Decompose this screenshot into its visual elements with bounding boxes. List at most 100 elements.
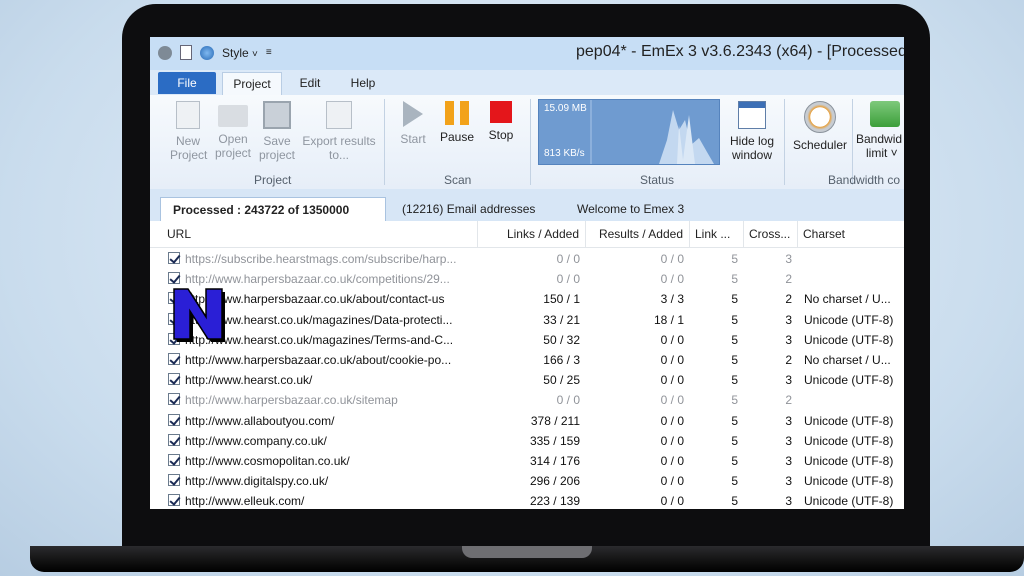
results-table: URL Links / Added Results / Added Link .… [150,221,904,509]
links-cell: 50 / 25 [543,373,580,388]
export-results-button[interactable]: Export results to... [300,101,378,162]
save-project-button[interactable]: Save project [256,101,298,162]
column-link-depth[interactable]: Link ... [690,221,744,247]
column-charset[interactable]: Charset [798,221,904,247]
app-window: Style ˅ ≡ pep04* - EmEx 3 v3.6.2343 (x64… [150,37,904,509]
table-row[interactable]: http://www.digitalspy.co.uk/296 / 206 0 /… [150,471,904,491]
table-row[interactable]: http://www.hearst.co.uk/50 / 25 0 / 0 5 3 Un… [150,370,904,390]
link-depth-cell: 5 [731,353,738,367]
links-cell: 378 / 211 [530,413,580,428]
row-checkbox[interactable] [168,413,180,426]
browser-icon[interactable] [200,45,214,60]
settings-icon[interactable] [158,45,172,60]
links-cell: 166 / 3 [543,353,580,367]
table-row[interactable]: http://www.allaboutyou.com/378 / 211 0 / … [150,411,904,431]
charset-cell: Unicode (UTF-8) [804,332,894,347]
links-cell: 0 / 0 [556,252,580,266]
tab-edit[interactable]: Edit [290,72,330,94]
customize-toolbar-icon[interactable]: ≡ [266,47,272,58]
url-cell: http://www.elleuk.com/ [185,494,305,509]
open-project-button[interactable]: Open project [212,101,254,160]
table-row[interactable]: http://www.company.co.uk/335 / 159 0 / 0 5… [150,431,904,451]
scheduler-button[interactable]: Scheduler [790,101,850,152]
tab-processed[interactable]: Processed : 243722 of 1350000 [160,197,386,221]
transfer-speed: 813 KB/s [544,148,585,159]
row-checkbox[interactable] [168,272,180,285]
status-group-label: Status [640,173,675,187]
hide-log-label-2: window [731,148,773,162]
charset-cell: Unicode (UTF-8) [804,433,894,448]
url-cell: http://www.harpersbazaar.co.uk/about/con… [185,292,445,307]
links-cell: 50 / 32 [543,332,580,347]
stop-icon [490,101,512,123]
document-icon[interactable] [180,45,192,60]
url-cell: http://www.hearst.co.uk/magazines/Terms-… [185,332,454,347]
table-row[interactable]: http://www.harpersbazaar.co.uk/about/con… [150,289,904,309]
row-checkbox[interactable] [168,494,180,507]
tab-file[interactable]: File [158,72,216,94]
export-icon [326,101,352,129]
hide-log-button[interactable]: Hide log window [724,101,780,162]
bandwidth-label-1: Bandwid [856,132,903,146]
results-cell: 0 / 0 [660,272,684,287]
channel-logo [173,288,225,342]
ribbon-tabs: File Project Edit Help [150,70,904,95]
stop-button[interactable]: Stop [484,101,518,142]
row-checkbox[interactable] [168,353,180,365]
table-row[interactable]: http://www.cosmopolitan.co.uk/314 / 176 0… [150,451,904,471]
row-checkbox[interactable] [168,474,180,487]
url-cell: http://www.cosmopolitan.co.uk/ [185,454,350,468]
style-label: Style [222,45,249,60]
url-cell: http://www.company.co.uk/ [185,433,327,448]
results-cell: 0 / 0 [660,474,684,489]
link-depth-cell: 5 [731,433,738,448]
table-row[interactable]: https://subscribe.hearstmags.com/subscri… [150,249,904,269]
hide-log-label-1: Hide log [729,134,775,148]
clock-icon [804,101,836,133]
results-cell: 0 / 0 [660,373,684,388]
links-cell: 0 / 0 [556,393,580,408]
tab-welcome[interactable]: Welcome to Emex 3 [577,197,684,221]
table-row[interactable]: http://www.harpersbazaar.co.uk/sitemap 0 … [150,390,904,410]
table-row[interactable]: http://www.hearst.co.uk/magazines/Terms-… [150,330,904,350]
project-group-label: Project [254,173,292,187]
cross-cell: 3 [785,373,792,388]
table-row[interactable]: http://www.hearst.co.uk/magazines/Data-p… [150,310,904,330]
link-depth-cell: 5 [731,393,738,408]
link-depth-cell: 5 [731,494,738,509]
column-results-added[interactable]: Results / Added [586,221,690,247]
link-depth-cell: 5 [731,272,738,287]
start-button[interactable]: Start [396,101,430,146]
cross-cell: 2 [785,292,792,307]
bandwidth-icon [870,101,900,127]
group-divider [530,99,531,185]
results-cell: 0 / 0 [660,393,684,408]
table-row[interactable]: http://www.harpersbazaar.co.uk/competiti… [150,269,904,289]
row-checkbox[interactable] [168,393,180,406]
tab-email-addresses[interactable]: (12216) Email addresses [402,197,535,221]
table-row[interactable]: http://www.harpersbazaar.co.uk/about/coo… [150,350,904,370]
bandwidth-limit-button[interactable]: Bandwid limit ˅ [856,101,904,160]
url-cell: http://www.hearst.co.uk/magazines/Data-p… [185,312,453,327]
row-checkbox[interactable] [168,252,180,264]
row-checkbox[interactable] [168,373,180,386]
export-label-1: Export results [302,134,376,148]
style-menu[interactable]: Style ˅ [222,46,258,60]
link-depth-cell: 5 [731,454,738,468]
cross-cell: 3 [785,332,792,347]
new-project-button[interactable]: New Project [170,101,207,162]
link-depth-cell: 5 [731,413,738,428]
chevron-down-icon: ˅ [252,48,258,60]
start-label: Start [400,132,426,146]
pause-button[interactable]: Pause [438,101,476,144]
tab-project[interactable]: Project [222,72,282,95]
bandwidth-label-2: limit ˅ [866,146,898,160]
row-checkbox[interactable] [168,454,180,466]
table-row[interactable]: http://www.elleuk.com/223 / 139 0 / 0 5 3 Un… [150,491,904,509]
column-links-added[interactable]: Links / Added [478,221,586,247]
cross-cell: 3 [785,454,792,468]
column-cross[interactable]: Cross... [744,221,798,247]
column-url[interactable]: URL [162,221,478,247]
row-checkbox[interactable] [168,433,180,446]
tab-help[interactable]: Help [342,72,384,94]
